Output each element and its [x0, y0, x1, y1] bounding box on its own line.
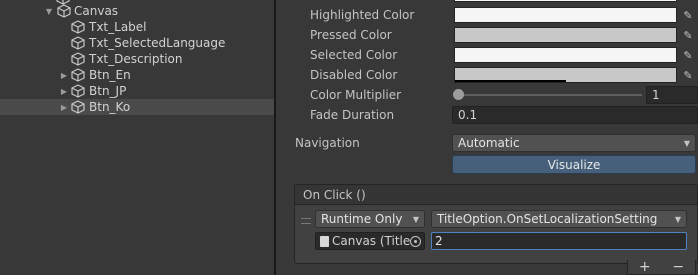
object-picker-icon[interactable] — [410, 236, 421, 247]
eyedropper-icon[interactable]: ✎ — [680, 7, 696, 23]
list-footer: + − — [627, 259, 696, 275]
cube-icon — [71, 84, 85, 98]
dropdown-value: TitleOption.OnSetLocalizationSetting — [437, 212, 658, 226]
dropdown-value: Automatic — [458, 136, 520, 150]
hierarchy-item-canvas[interactable]: ▼ Canvas — [0, 3, 274, 19]
target-object-field[interactable]: Canvas (Title — [315, 232, 425, 250]
eyedropper-icon[interactable]: ✎ — [680, 27, 696, 43]
cube-icon — [71, 20, 85, 34]
cube-icon — [57, 4, 71, 18]
hierarchy-item-label: Btn_En — [89, 68, 131, 82]
hierarchy-panel: ▼ Canvas Txt_Label Txt_SelectedLanguage … — [0, 0, 274, 275]
hierarchy-item-txt-selectedlanguage[interactable]: Txt_SelectedLanguage — [0, 35, 274, 51]
slider-track[interactable] — [460, 94, 642, 96]
color-swatch[interactable] — [454, 47, 677, 63]
color-swatch[interactable] — [454, 27, 677, 43]
property-label: Navigation — [295, 136, 360, 150]
script-icon — [320, 235, 329, 247]
hierarchy-item-txt-description[interactable]: Txt_Description — [0, 51, 274, 67]
chevron-down-icon: ▼ — [674, 215, 681, 224]
slider-thumb[interactable] — [453, 89, 464, 100]
hierarchy-item-label: Txt_Description — [89, 52, 183, 66]
hierarchy-item-label: Txt_SelectedLanguage — [89, 36, 226, 50]
alpha-bar — [455, 80, 566, 82]
color-field-partial[interactable] — [454, 0, 677, 2]
color-swatch[interactable] — [454, 67, 677, 83]
on-click-title: On Click () — [303, 188, 366, 202]
eyedropper-icon[interactable]: ✎ — [680, 67, 696, 83]
collapse-arrow-icon[interactable]: ▶ — [59, 67, 69, 83]
drag-handle-icon[interactable] — [301, 218, 311, 224]
expand-arrow-icon[interactable]: ▼ — [44, 3, 54, 19]
hierarchy-item-label: Txt_Label — [89, 20, 147, 34]
cube-icon — [71, 36, 85, 50]
function-dropdown[interactable]: TitleOption.OnSetLocalizationSetting ▼ — [431, 210, 687, 228]
remove-button[interactable]: − — [672, 259, 684, 275]
on-click-header: On Click () — [295, 185, 697, 205]
collapse-arrow-icon[interactable]: ▶ — [59, 99, 69, 115]
chevron-down-icon: ▼ — [683, 139, 690, 148]
hierarchy-item-btn-ko[interactable]: ▶ Btn_Ko — [0, 99, 274, 115]
on-click-event: On Click () Runtime Only ▼ TitleOption.O… — [294, 184, 698, 264]
dropdown-value: Runtime Only — [321, 212, 403, 226]
hierarchy-item-label: Btn_JP — [89, 84, 127, 98]
add-button[interactable]: + — [639, 259, 651, 275]
visualize-button[interactable]: Visualize — [452, 155, 696, 174]
hierarchy-item-label: Btn_Ko — [89, 100, 131, 114]
hierarchy-item-btn-en[interactable]: ▶ Btn_En — [0, 67, 274, 83]
cube-icon — [71, 100, 85, 114]
collapse-arrow-icon[interactable]: ▶ — [59, 83, 69, 99]
property-label: Selected Color — [310, 48, 398, 62]
property-label: Fade Duration — [310, 108, 395, 122]
argument-input[interactable]: 2 — [431, 232, 687, 250]
hierarchy-item-btn-jp[interactable]: ▶ Btn_JP — [0, 83, 274, 99]
hierarchy-item-label: Canvas — [74, 4, 119, 18]
color-multiplier-field[interactable]: 1 — [646, 86, 698, 104]
property-label: Disabled Color — [310, 68, 398, 82]
property-label: Color Multiplier — [310, 88, 402, 102]
property-label: Pressed Color — [310, 28, 392, 42]
runtime-mode-dropdown[interactable]: Runtime Only ▼ — [315, 210, 425, 228]
chevron-down-icon: ▼ — [412, 215, 419, 224]
target-object-label: Canvas (Title — [332, 234, 411, 248]
cube-icon — [71, 68, 85, 82]
color-swatch[interactable] — [454, 7, 677, 23]
cube-icon — [71, 52, 85, 66]
navigation-dropdown[interactable]: Automatic ▼ — [452, 134, 696, 152]
inspector-panel: Highlighted Color ✎ Pressed Color ✎ Sele… — [276, 0, 698, 275]
hierarchy-item-txt-label[interactable]: Txt_Label — [0, 19, 274, 35]
property-label: Highlighted Color — [310, 8, 415, 22]
eyedropper-icon[interactable]: ✎ — [680, 47, 696, 63]
fade-duration-field[interactable]: 0.1 — [452, 106, 698, 124]
